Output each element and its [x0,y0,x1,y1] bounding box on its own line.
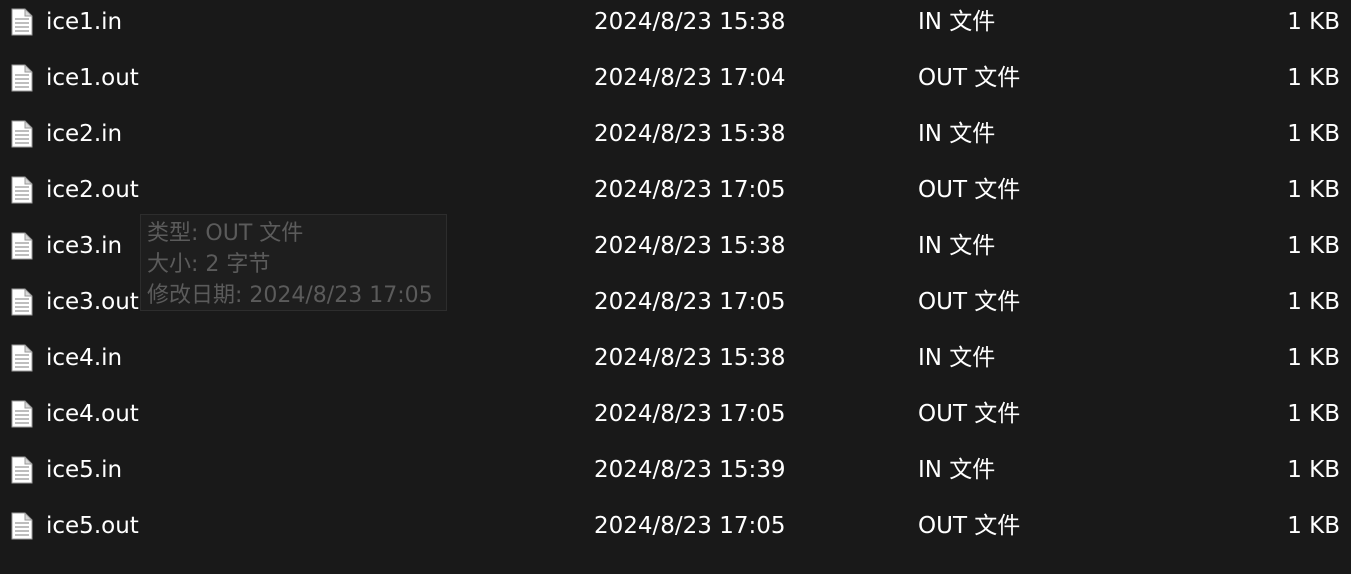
tooltip-type-line: 类型: OUT 文件 [147,221,304,246]
file-size: 1 KB [1287,513,1340,539]
file-modified-date: 2024/8/23 15:38 [594,121,786,147]
file-name[interactable]: ice5.out [46,511,139,541]
file-name[interactable]: ice2.out [46,175,139,205]
file-row[interactable]: ice2.in 2024/8/23 15:38 IN 文件 1 KB [0,112,1351,168]
file-name[interactable]: ice2.in [46,119,122,149]
file-type: OUT 文件 [918,513,1021,539]
file-row[interactable]: ice5.in 2024/8/23 15:39 IN 文件 1 KB [0,448,1351,504]
file-modified-date: 2024/8/23 15:38 [594,345,786,371]
document-icon [11,120,33,148]
file-size: 1 KB [1287,401,1340,427]
file-name[interactable]: ice3.in [46,231,122,261]
file-type: OUT 文件 [918,289,1021,315]
file-name[interactable]: ice5.in [46,455,122,485]
file-modified-date: 2024/8/23 17:05 [594,513,786,539]
file-row[interactable]: ice1.out 2024/8/23 17:04 OUT 文件 1 KB [0,56,1351,112]
file-type: IN 文件 [918,345,996,371]
file-row[interactable]: ice4.in 2024/8/23 15:38 IN 文件 1 KB [0,336,1351,392]
document-icon [11,512,33,540]
file-modified-date: 2024/8/23 17:05 [594,177,786,203]
file-size: 1 KB [1287,457,1340,483]
file-type: IN 文件 [918,121,996,147]
file-type: IN 文件 [918,233,996,259]
file-size: 1 KB [1287,9,1340,35]
file-row[interactable]: ice5.out 2024/8/23 17:05 OUT 文件 1 KB [0,504,1351,560]
file-modified-date: 2024/8/23 15:39 [594,457,786,483]
document-icon [11,400,33,428]
file-modified-date: 2024/8/23 15:38 [594,9,786,35]
file-row[interactable]: ice4.out 2024/8/23 17:05 OUT 文件 1 KB [0,392,1351,448]
document-icon [11,232,33,260]
file-name[interactable]: ice1.out [46,63,139,93]
file-type: OUT 文件 [918,177,1021,203]
file-modified-date: 2024/8/23 17:05 [594,289,786,315]
file-size: 1 KB [1287,121,1340,147]
file-row[interactable]: ice1.in 2024/8/23 15:38 IN 文件 1 KB [0,0,1351,56]
file-name[interactable]: ice4.out [46,399,139,429]
tooltip-size-line: 大小: 2 字节 [147,252,271,277]
file-size: 1 KB [1287,289,1340,315]
file-type: IN 文件 [918,457,996,483]
file-size: 1 KB [1287,345,1340,371]
file-info-tooltip: 类型: OUT 文件 大小: 2 字节 修改日期: 2024/8/23 17:0… [140,214,447,311]
document-icon [11,64,33,92]
file-size: 1 KB [1287,233,1340,259]
file-modified-date: 2024/8/23 17:05 [594,401,786,427]
document-icon [11,288,33,316]
file-size: 1 KB [1287,65,1340,91]
document-icon [11,176,33,204]
file-type: OUT 文件 [918,65,1021,91]
file-name[interactable]: ice1.in [46,7,122,37]
document-icon [11,456,33,484]
file-type: IN 文件 [918,9,996,35]
document-icon [11,344,33,372]
file-modified-date: 2024/8/23 15:38 [594,233,786,259]
file-name[interactable]: ice4.in [46,343,122,373]
tooltip-modified-line: 修改日期: 2024/8/23 17:05 [147,283,433,308]
file-name[interactable]: ice3.out [46,287,139,317]
file-modified-date: 2024/8/23 17:04 [594,65,786,91]
file-size: 1 KB [1287,177,1340,203]
file-type: OUT 文件 [918,401,1021,427]
document-icon [11,8,33,36]
